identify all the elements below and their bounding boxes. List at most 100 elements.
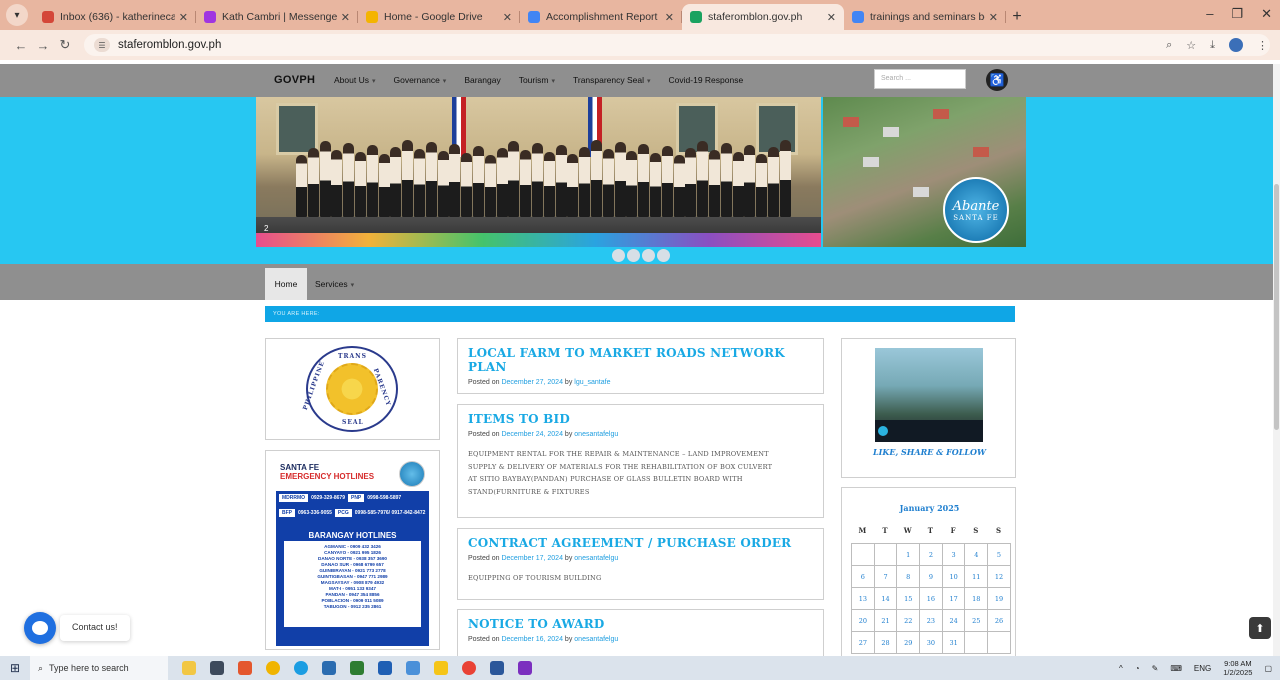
zoom-icon[interactable]: ⌕ bbox=[1166, 39, 1172, 52]
app-icon[interactable] bbox=[238, 661, 252, 675]
post-date-link[interactable]: December 27, 2024 bbox=[501, 379, 562, 386]
browser-tab[interactable]: Home - Google Drive ✕ bbox=[358, 4, 520, 30]
calendar-day[interactable]: 9 bbox=[919, 565, 943, 588]
close-window-icon[interactable]: ✕ bbox=[1261, 6, 1272, 22]
video-caption[interactable]: LIKE, SHARE & FOLLOW bbox=[842, 447, 1017, 457]
photos-icon[interactable] bbox=[378, 661, 392, 675]
site-search-input[interactable]: Search ... bbox=[874, 69, 966, 89]
calendar-day[interactable]: 15 bbox=[896, 587, 921, 610]
store-icon[interactable] bbox=[350, 661, 364, 675]
calendar-day[interactable]: 30 bbox=[919, 631, 943, 654]
post-author-link[interactable]: onesantafelgu bbox=[574, 555, 618, 562]
close-tab-icon[interactable]: ✕ bbox=[989, 11, 998, 24]
nav-services[interactable]: Services ▾ bbox=[315, 279, 354, 289]
video-widget[interactable]: LIKE, SHARE & FOLLOW bbox=[841, 338, 1016, 478]
emergency-hotlines-widget[interactable]: SANTA FE EMERGENCY HOTLINES MDRRMO 0929-3… bbox=[265, 450, 440, 650]
slider-dot[interactable] bbox=[642, 249, 655, 262]
calendar-day[interactable]: 7 bbox=[873, 565, 898, 588]
video-thumbnail[interactable] bbox=[875, 348, 983, 442]
menu-item[interactable]: Governance ▾ bbox=[393, 75, 446, 85]
post-date-link[interactable]: December 24, 2024 bbox=[501, 431, 562, 438]
transparency-seal-widget[interactable]: TRANS PARENCY PHILIPPINE SEAL bbox=[265, 338, 440, 440]
post-date-link[interactable]: December 17, 2024 bbox=[501, 555, 562, 562]
calendar-day[interactable]: 5 bbox=[987, 543, 1011, 566]
url-bar[interactable]: ☰ staferomblon.gov.ph bbox=[84, 34, 1270, 56]
post-title[interactable]: NOTICE TO AWARD bbox=[468, 617, 813, 631]
calendar-day[interactable]: 26 bbox=[987, 609, 1011, 632]
menu-item[interactable]: Barangay bbox=[464, 75, 500, 85]
post-title[interactable]: LOCAL FARM TO MARKET ROADS NETWORK PLAN bbox=[468, 346, 813, 374]
close-tab-icon[interactable]: ✕ bbox=[179, 11, 188, 24]
calendar-day[interactable]: 16 bbox=[919, 587, 943, 610]
nav-home[interactable]: Home bbox=[265, 268, 307, 300]
edge-icon[interactable] bbox=[294, 661, 308, 675]
word-icon[interactable] bbox=[490, 661, 504, 675]
calendar-day[interactable]: 31 bbox=[941, 631, 966, 654]
notifications-icon[interactable]: ▢ bbox=[1264, 664, 1272, 673]
calendar-day[interactable]: 14 bbox=[873, 587, 898, 610]
widgets-icon[interactable] bbox=[182, 661, 196, 675]
post-author-link[interactable]: onesantafelgu bbox=[574, 431, 618, 438]
browser-tab[interactable]: Kath Cambri | Messenger ✕ bbox=[196, 4, 358, 30]
calendar-day[interactable]: 19 bbox=[987, 587, 1011, 610]
contact-us-label[interactable]: Contact us! bbox=[60, 615, 130, 641]
chrome-profile-icon[interactable] bbox=[462, 661, 476, 675]
post-author-link[interactable]: onesantafelgu bbox=[574, 636, 618, 643]
download-icon[interactable]: ⤓ bbox=[1210, 39, 1215, 52]
keyboard-icon[interactable]: ⌨ bbox=[1170, 664, 1182, 673]
restore-icon[interactable]: ❐ bbox=[1231, 6, 1243, 22]
calendar-day[interactable]: 4 bbox=[964, 543, 989, 566]
slider-dot[interactable] bbox=[627, 249, 640, 262]
slider-dot[interactable] bbox=[612, 249, 625, 262]
transparency-seal-logo[interactable]: TRANS PARENCY PHILIPPINE SEAL bbox=[302, 346, 398, 432]
calendar-day[interactable]: 22 bbox=[896, 609, 921, 632]
page-scrollbar[interactable] bbox=[1273, 64, 1280, 656]
menu-item[interactable]: About Us ▾ bbox=[334, 75, 375, 85]
bookmark-star-icon[interactable]: ☆ bbox=[1186, 39, 1196, 52]
scrollbar-thumb[interactable] bbox=[1274, 184, 1279, 430]
menu-kebab-icon[interactable]: ⋮ bbox=[1257, 39, 1268, 52]
app-icon[interactable] bbox=[406, 661, 420, 675]
calendar-day[interactable]: 11 bbox=[964, 565, 989, 588]
site-info-icon[interactable]: ☰ bbox=[94, 38, 110, 52]
tab-search-icon[interactable]: ▾ bbox=[6, 4, 28, 26]
post-author-link[interactable]: lgu_santafe bbox=[574, 379, 610, 386]
calendar-day[interactable]: 24 bbox=[941, 609, 966, 632]
calendar-day[interactable]: 13 bbox=[851, 587, 875, 610]
back-to-top-icon[interactable]: ⬆ bbox=[1249, 617, 1271, 639]
tray-chevron-icon[interactable]: ^ bbox=[1119, 664, 1123, 673]
browser-tab[interactable]: trainings and seminars benefits ✕ bbox=[844, 4, 1006, 30]
calendar-day[interactable]: 17 bbox=[941, 587, 966, 610]
accessibility-icon[interactable]: ♿ bbox=[986, 69, 1008, 91]
close-tab-icon[interactable]: ✕ bbox=[341, 11, 350, 24]
calendar-day[interactable]: 20 bbox=[851, 609, 875, 632]
back-arrow-icon[interactable]: ← bbox=[10, 38, 32, 53]
browser-tab[interactable]: Accomplishment Report MPDO ✕ bbox=[520, 4, 682, 30]
language-indicator[interactable]: ENG bbox=[1194, 664, 1211, 673]
taskbar-search-input[interactable]: ⌕ Type here to search bbox=[30, 656, 168, 680]
calendar-day[interactable]: 1 bbox=[896, 543, 921, 566]
app-icon[interactable] bbox=[518, 661, 532, 675]
calendar-day[interactable]: 29 bbox=[896, 631, 921, 654]
menu-item[interactable]: Covid-19 Response bbox=[669, 75, 744, 85]
menu-item[interactable]: Transparency Seal ▾ bbox=[573, 75, 651, 85]
close-tab-icon[interactable]: ✕ bbox=[827, 11, 836, 24]
calendar-day[interactable]: 28 bbox=[873, 631, 898, 654]
slider-dot[interactable] bbox=[657, 249, 670, 262]
calendar-day[interactable]: 8 bbox=[896, 565, 921, 588]
hero-slider[interactable]: 2 Abante SANTA FE bbox=[256, 97, 1026, 247]
file-explorer-icon[interactable] bbox=[434, 661, 448, 675]
close-tab-icon[interactable]: ✕ bbox=[665, 11, 674, 24]
forward-arrow-icon[interactable]: → bbox=[32, 38, 54, 53]
browser-tab[interactable]: Inbox (636) - katherinecambri@ ✕ bbox=[34, 4, 196, 30]
calendar-day[interactable]: 12 bbox=[987, 565, 1011, 588]
chrome-icon[interactable] bbox=[266, 661, 280, 675]
menu-item[interactable]: Tourism ▾ bbox=[519, 75, 555, 85]
reload-icon[interactable]: ↻ bbox=[54, 37, 76, 53]
mail-icon[interactable] bbox=[322, 661, 336, 675]
govph-brand[interactable]: GOVPH bbox=[274, 74, 315, 86]
clock[interactable]: 9:08 AM 1/2/2025 bbox=[1223, 659, 1252, 677]
calendar-day[interactable]: 23 bbox=[919, 609, 943, 632]
calendar-day[interactable]: 2 bbox=[919, 543, 943, 566]
profile-avatar[interactable] bbox=[1229, 38, 1243, 52]
